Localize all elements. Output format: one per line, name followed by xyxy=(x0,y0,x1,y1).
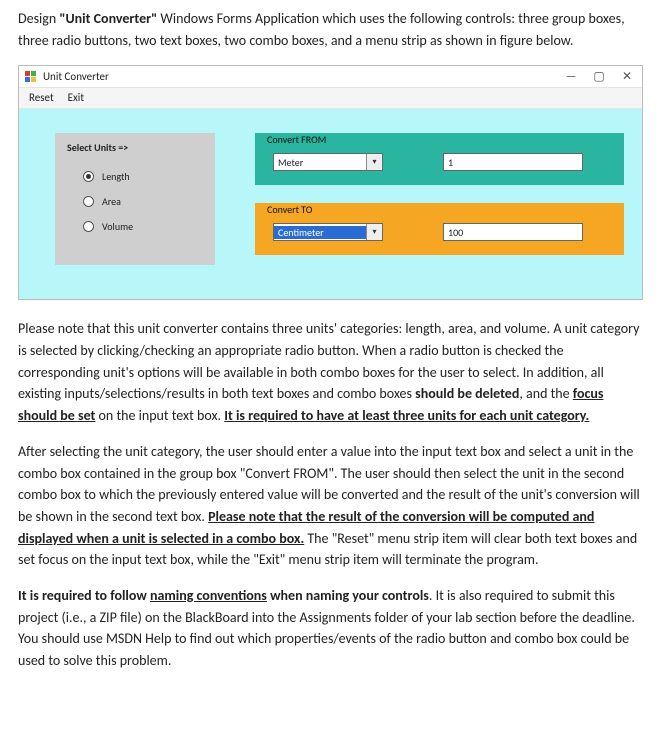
p4-a: It is required to follow xyxy=(18,587,150,604)
intro-paragraph: Design "Unit Converter" Windows Forms Ap… xyxy=(18,8,643,51)
select-units-legend: Select Units => xyxy=(67,141,203,154)
titlebar: Unit Converter — ▢ ✕ xyxy=(19,66,642,87)
client-area: Select Units => Length Area Volume Conve… xyxy=(19,109,642,299)
groupbox-convert-from: Convert FROM Meter ▾ 1 xyxy=(255,133,624,185)
radio-length-row[interactable]: Length xyxy=(83,170,203,183)
radio-area[interactable] xyxy=(83,196,94,207)
radio-length[interactable] xyxy=(83,171,94,182)
paragraph-2: Please note that this unit converter con… xyxy=(18,318,643,426)
convert-from-legend: Convert FROM xyxy=(265,133,328,146)
intro-prefix: Design xyxy=(18,10,59,27)
textbox-to-value[interactable]: 100 xyxy=(443,223,583,241)
chevron-down-icon: ▾ xyxy=(366,224,382,240)
combo-from-unit[interactable]: Meter ▾ xyxy=(273,153,383,171)
radio-area-label: Area xyxy=(102,195,121,208)
window-buttons: — ▢ ✕ xyxy=(564,71,634,83)
groupbox-convert-to: Convert TO Centimeter ▾ 100 xyxy=(255,203,624,255)
chevron-down-icon: ▾ xyxy=(366,154,382,170)
p2-c: , and the xyxy=(519,385,572,402)
groupbox-select-units: Select Units => Length Area Volume xyxy=(55,133,215,265)
app-icon xyxy=(25,71,37,83)
radio-volume-label: Volume xyxy=(102,220,133,233)
radio-length-label: Length xyxy=(102,170,130,183)
combo-from-value: Meter xyxy=(274,156,366,169)
paragraph-3: After selecting the unit category, the u… xyxy=(18,441,643,571)
right-column: Convert FROM Meter ▾ 1 Convert TO xyxy=(255,133,624,255)
textbox-from-text: 1 xyxy=(448,156,453,169)
to-row: Centimeter ▾ 100 xyxy=(273,223,606,241)
menu-exit[interactable]: Exit xyxy=(68,91,84,104)
combo-to-value: Centimeter xyxy=(274,226,366,239)
from-row: Meter ▾ 1 xyxy=(273,153,606,171)
p4-b: naming conventions xyxy=(150,587,267,604)
radio-area-row[interactable]: Area xyxy=(83,195,203,208)
radio-volume[interactable] xyxy=(83,221,94,232)
intro-appname: "Unit Converter" xyxy=(59,10,157,27)
app-window: Unit Converter — ▢ ✕ Reset Exit Select U… xyxy=(18,65,643,300)
document-page: Design "Unit Converter" Windows Forms Ap… xyxy=(0,0,661,704)
window-title: Unit Converter xyxy=(43,70,109,83)
p2-e: on the input text box. xyxy=(95,407,224,424)
combo-to-unit[interactable]: Centimeter ▾ xyxy=(273,223,383,241)
maximize-button[interactable]: ▢ xyxy=(592,71,606,83)
close-button[interactable]: ✕ xyxy=(620,71,634,83)
convert-to-legend: Convert TO xyxy=(265,203,314,216)
p2-f: It is required to have at least three un… xyxy=(224,407,589,424)
textbox-from-value[interactable]: 1 xyxy=(443,153,583,171)
p2-b: should be deleted xyxy=(415,385,519,402)
menu-strip: Reset Exit xyxy=(19,87,642,109)
p4-c: when naming your controls xyxy=(267,587,429,604)
radio-volume-row[interactable]: Volume xyxy=(83,220,203,233)
titlebar-left: Unit Converter xyxy=(25,70,109,83)
menu-reset[interactable]: Reset xyxy=(29,91,54,104)
minimize-button[interactable]: — xyxy=(564,71,578,83)
textbox-to-text: 100 xyxy=(448,226,463,239)
paragraph-4: It is required to follow naming conventi… xyxy=(18,585,643,672)
